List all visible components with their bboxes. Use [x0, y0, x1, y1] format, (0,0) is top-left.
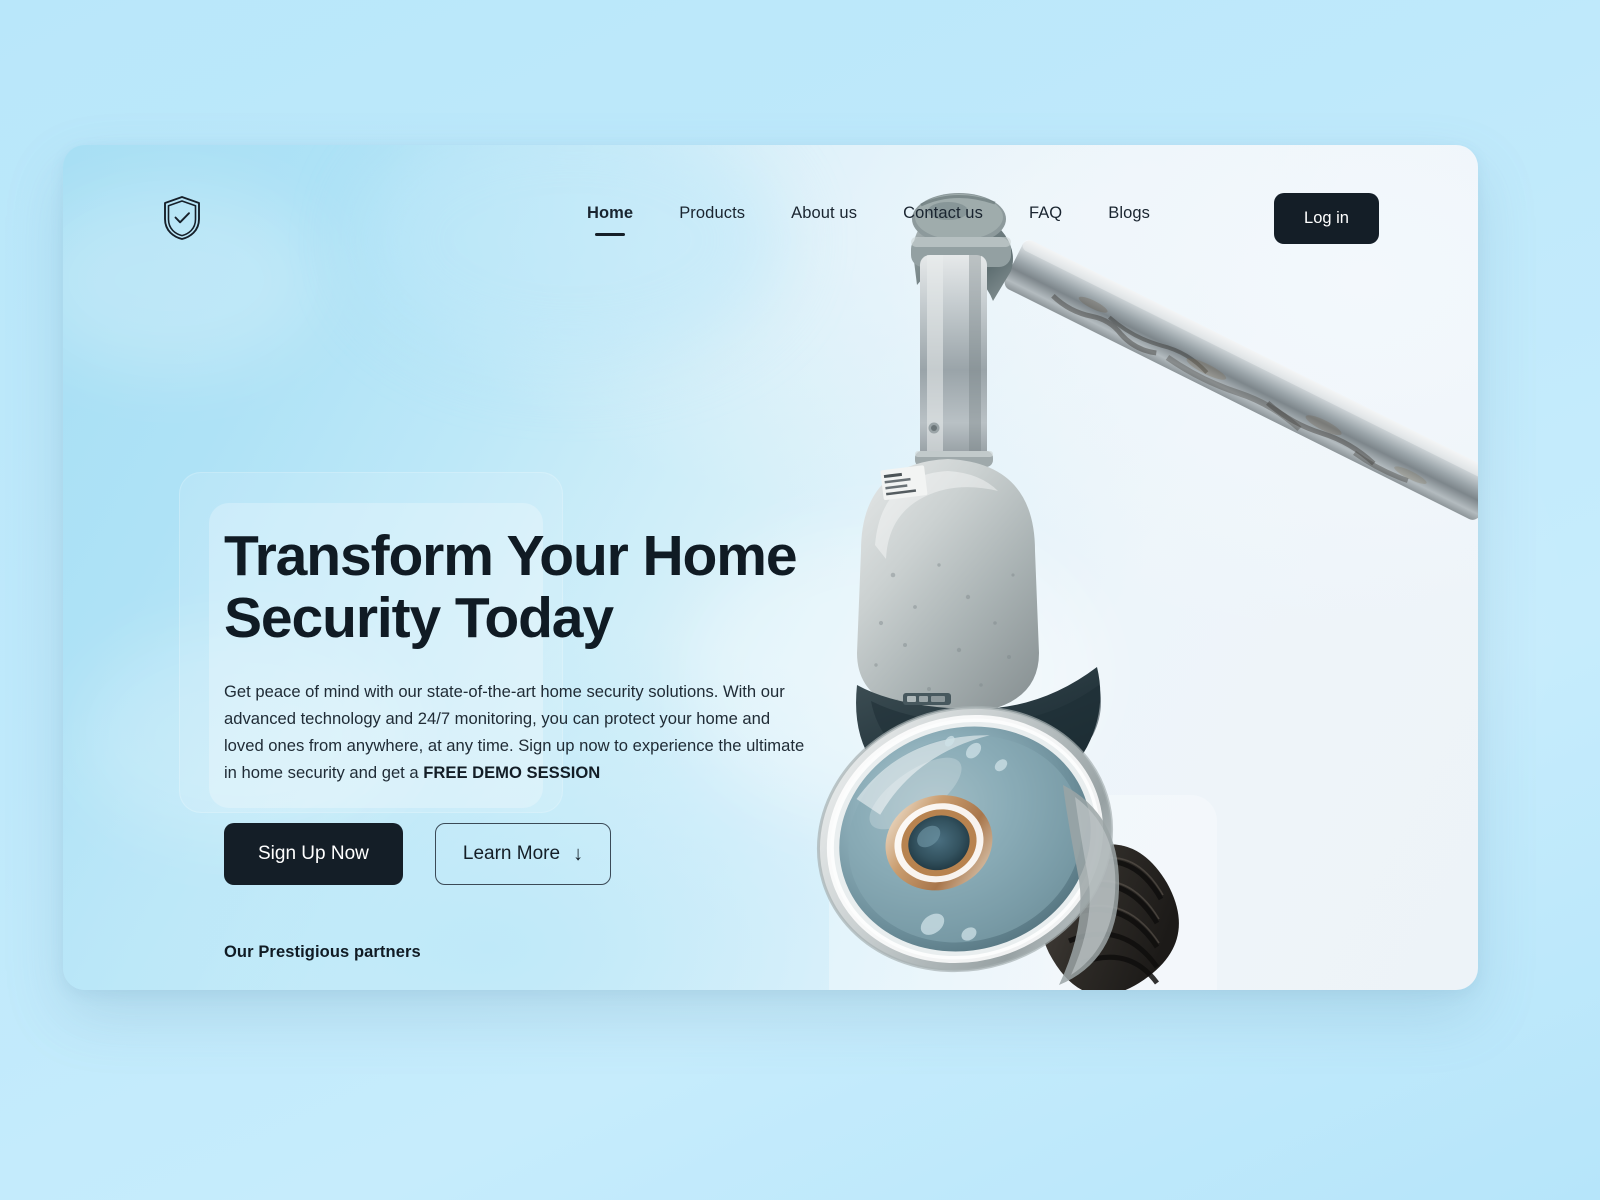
partner-the-trend[interactable]: The Trend — [224, 989, 340, 990]
nav-item-faq[interactable]: FAQ — [1029, 202, 1062, 235]
site-header: Home Products About us Contact us FAQ Bl… — [161, 187, 1379, 249]
hero-title-line-2: Security Today — [224, 586, 614, 651]
cta-row: Sign Up Now Learn More ↓ — [224, 822, 824, 885]
page-title: Transform Your Home Security Today — [224, 525, 824, 649]
sign-up-now-button[interactable]: Sign Up Now — [224, 822, 403, 885]
partners-section: Our Prestigious partners The Trend — [224, 943, 735, 990]
camera-photo — [763, 145, 1478, 990]
login-button[interactable]: Log in — [1274, 192, 1379, 244]
nav-item-contact-us[interactable]: Contact us — [903, 202, 983, 235]
nav-item-about-us[interactable]: About us — [791, 202, 857, 235]
cloud-blotch — [363, 145, 783, 365]
partner-logo-list: The Trend Mactams — [224, 989, 735, 990]
hero-title-line-1: Transform Your Home — [224, 524, 798, 588]
hero-card: Home Products About us Contact us FAQ Bl… — [63, 145, 1478, 990]
nav-item-blogs[interactable]: Blogs — [1108, 202, 1150, 235]
learn-more-button[interactable]: Learn More ↓ — [434, 822, 612, 885]
hero-section: Transform Your Home Security Today Get p… — [224, 525, 824, 885]
partners-title: Our Prestigious partners — [224, 943, 421, 961]
main-navigation: Home Products About us Contact us FAQ Bl… — [587, 192, 1379, 244]
nav-item-home[interactable]: Home — [587, 202, 633, 235]
security-camera-illustration — [816, 193, 1478, 990]
cube-box-icon — [261, 989, 303, 990]
arrow-down-icon: ↓ — [573, 842, 584, 865]
shield-check-icon[interactable] — [161, 195, 203, 241]
hero-description: Get peace of mind with our state-of-the-… — [224, 679, 812, 787]
hero-description-highlight: FREE DEMO SESSION — [423, 762, 601, 782]
learn-more-label: Learn More — [462, 842, 561, 864]
nav-item-products[interactable]: Products — [679, 202, 745, 235]
